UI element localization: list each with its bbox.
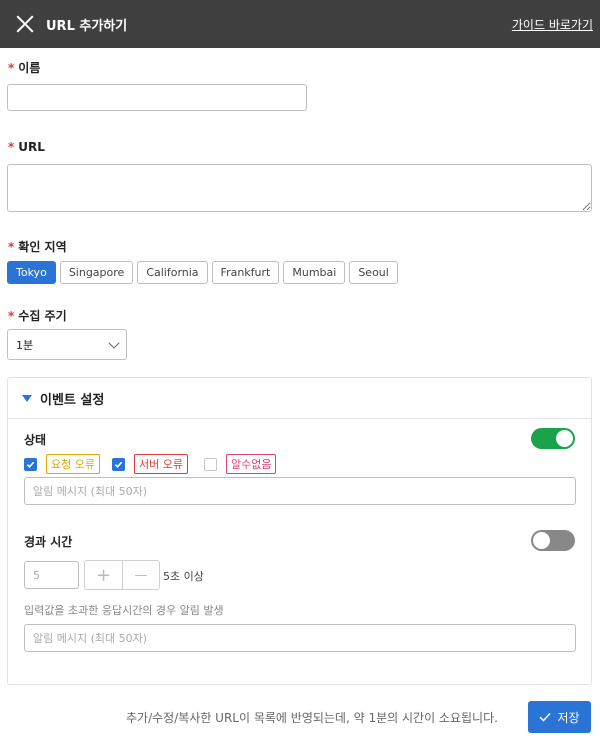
region-frankfurt-button[interactable]: Frankfurt — [211, 261, 280, 284]
status-toggle[interactable] — [531, 428, 575, 449]
status-label: 상태 — [24, 433, 47, 447]
server-error-checkbox[interactable] — [111, 457, 125, 471]
request-error-checkbox[interactable] — [24, 457, 37, 471]
region-label: * 확인 지역 — [8, 240, 67, 254]
save-label: 저장 — [557, 710, 580, 725]
save-button[interactable]: 저장 — [528, 701, 591, 733]
name-input[interactable] — [7, 84, 307, 111]
url-label: * URL — [8, 140, 45, 154]
elapsed-description: 입력값을 초과한 응답시간의 경우 알림 발생 — [24, 604, 224, 617]
decrement-button[interactable]: — — [122, 561, 159, 589]
unknown-tag: 알수없음 — [225, 454, 277, 474]
name-label: * 이름 — [8, 61, 41, 75]
region-seoul-button[interactable]: Seoul — [349, 261, 398, 284]
required-mark: * — [8, 240, 15, 254]
region-singapore-button[interactable]: Singapore — [59, 261, 134, 284]
url-input[interactable] — [7, 164, 592, 212]
page-title: URL 추가하기 — [46, 18, 128, 34]
request-error-tag: 요청 오류 — [46, 454, 100, 474]
status-message-input[interactable] — [24, 477, 576, 505]
event-settings-header[interactable]: 이벤트 설정 — [8, 378, 591, 419]
chevron-down-icon — [108, 336, 120, 349]
interval-value: 1분 — [16, 338, 34, 352]
unknown-checkbox[interactable] — [203, 457, 217, 471]
guide-link[interactable]: 가이드 바로가기 — [512, 16, 593, 33]
increment-button[interactable]: + — [85, 561, 122, 589]
status-options: 요청 오류 서버 오류 알수없음 — [24, 454, 277, 474]
required-mark: * — [8, 140, 15, 154]
interval-label: * 수집 주기 — [8, 309, 67, 323]
required-mark: * — [8, 309, 15, 323]
top-bar: URL 추가하기 가이드 바로가기 — [0, 0, 600, 48]
server-error-tag: 서버 오류 — [133, 454, 188, 474]
toggle-knob — [533, 532, 550, 549]
toggle-knob — [556, 430, 573, 447]
check-icon — [114, 461, 123, 468]
interval-select[interactable]: 1분 — [7, 329, 127, 360]
check-icon — [539, 712, 552, 722]
close-icon[interactable] — [16, 15, 34, 33]
elapsed-value-input[interactable] — [24, 561, 79, 589]
elapsed-suffix: 5초 이상 — [163, 570, 204, 583]
region-tokyo-button[interactable]: Tokyo — [7, 261, 56, 284]
required-mark: * — [8, 61, 15, 75]
elapsed-stepper: + — — [84, 560, 160, 590]
region-california-button[interactable]: California — [137, 261, 208, 284]
event-settings-title: 이벤트 설정 — [40, 392, 105, 408]
caret-down-icon — [22, 394, 32, 402]
region-mumbai-button[interactable]: Mumbai — [283, 261, 346, 284]
event-settings-panel: 이벤트 설정 상태 요청 오류 서버 오류 알수없음 경과 시간 + — 5초 … — [7, 377, 592, 685]
footer-notice: 추가/수정/복사한 URL이 목록에 반영되는데, 약 1분의 시간이 소요됩니… — [126, 711, 498, 725]
elapsed-message-input[interactable] — [24, 624, 576, 652]
region-buttons: Tokyo Singapore California Frankfurt Mum… — [7, 261, 402, 284]
check-icon — [26, 461, 35, 468]
elapsed-toggle[interactable] — [531, 530, 575, 551]
elapsed-label: 경과 시간 — [24, 535, 73, 549]
